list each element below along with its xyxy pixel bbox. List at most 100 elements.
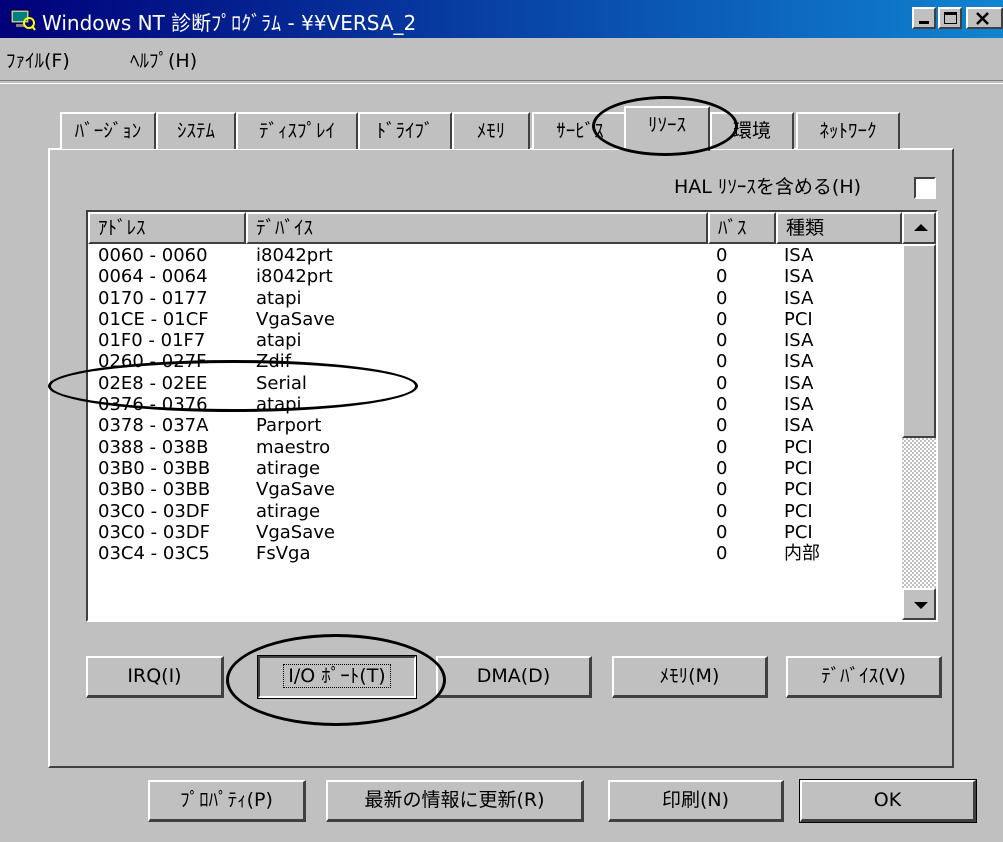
hal-resources-label: HAL ﾘｿｰｽを含める(H) [674, 176, 862, 198]
cell-device: i8042prt [256, 245, 333, 266]
cell-type: PCI [784, 500, 813, 522]
irq-button[interactable]: IRQ(I) [86, 656, 224, 698]
dma-button[interactable]: DMA(D) [436, 656, 592, 698]
tab-display[interactable]: ﾃﾞｨｽﾌﾟﾚｲ [236, 112, 358, 149]
cell-type: ISA [784, 372, 814, 394]
cell-bus: 0 [716, 436, 728, 458]
cell-bus: 0 [716, 521, 728, 543]
cell-bus: 0 [716, 479, 728, 501]
table-row[interactable]: 01F0 - 01F7 atapi 0 ISA [88, 330, 902, 351]
cell-device: atirage [256, 500, 321, 522]
cell-type: PCI [784, 436, 813, 458]
cell-device: VgaSave [256, 479, 335, 501]
column-bus[interactable]: ﾊﾞｽ [708, 212, 776, 244]
cell-address: 0260 - 027F [98, 351, 207, 373]
cell-bus: 0 [716, 394, 728, 416]
table-row[interactable]: 0064 - 0064 i8042prt 0 ISA [88, 266, 902, 287]
cell-address: 0170 - 0177 [98, 287, 208, 309]
resource-list[interactable]: ｱﾄﾞﾚｽ ﾃﾞﾊﾞｲｽ ﾊﾞｽ 種類 0060 - 0060 i8042prt 0… [86, 210, 938, 622]
memory-button[interactable]: ﾒﾓﾘ(M) [612, 656, 768, 698]
io-port-button[interactable]: I/O ﾎﾟｰﾄ(T) [257, 655, 417, 699]
scroll-up-button[interactable] [902, 212, 936, 244]
tab-system[interactable]: ｼｽﾃﾑ [156, 112, 236, 149]
cell-device: atapi [256, 394, 302, 416]
table-row[interactable]: 0388 - 038B maestro 0 PCI [88, 437, 902, 458]
close-button[interactable] [966, 7, 1003, 29]
ok-button[interactable]: OK [799, 779, 977, 823]
table-row[interactable]: 01CE - 01CF VgaSave 0 PCI [88, 309, 902, 330]
cell-address: 01CE - 01CF [98, 308, 209, 330]
minimize-button[interactable] [912, 7, 936, 29]
maximize-button[interactable] [938, 7, 962, 29]
cell-device: Serial [256, 372, 307, 394]
cell-address: 03C0 - 03DF [98, 521, 210, 543]
cell-address: 0060 - 0060 [98, 245, 208, 266]
cell-bus: 0 [716, 543, 728, 565]
cell-device: i8042prt [256, 266, 333, 288]
cell-address: 03B0 - 03BB [98, 457, 211, 479]
properties-button[interactable]: ﾌﾟﾛﾊﾟﾃｨ(P) [148, 780, 306, 822]
tab-version[interactable]: ﾊﾞｰｼﾞｮﾝ [60, 112, 156, 149]
list-rows: 0060 - 0060 i8042prt 0 ISA 0064 - 0064 i8042p… [88, 245, 902, 564]
column-device[interactable]: ﾃﾞﾊﾞｲｽ [246, 212, 708, 244]
cell-device: atapi [256, 330, 302, 352]
menu-file[interactable]: ﾌｧｲﾙ(F) [6, 46, 70, 73]
cell-device: FsVga [256, 543, 311, 565]
scroll-down-button[interactable] [902, 588, 936, 620]
table-row[interactable]: 03B0 - 03BB VgaSave 0 PCI [88, 479, 902, 500]
cell-type: ISA [784, 245, 814, 266]
vertical-scrollbar[interactable] [902, 212, 936, 620]
table-row[interactable]: 0378 - 037A Parport 0 ISA [88, 415, 902, 436]
cell-bus: 0 [716, 457, 728, 479]
cell-type: ISA [784, 287, 814, 309]
table-row[interactable]: 03C0 - 03DF VgaSave 0 PCI [88, 522, 902, 543]
cell-bus: 0 [716, 266, 728, 288]
print-button[interactable]: 印刷(N) [608, 780, 784, 822]
minimize-icon [919, 21, 929, 24]
table-row[interactable]: 0170 - 0177 atapi 0 ISA [88, 288, 902, 309]
cell-address: 03C0 - 03DF [98, 500, 210, 522]
cell-type: PCI [784, 308, 813, 330]
cell-address: 0376 - 0376 [98, 394, 208, 416]
table-row[interactable]: 02E8 - 02EE Serial 0 ISA [88, 373, 902, 394]
tab-resources[interactable]: ﾘｿｰｽ [624, 106, 710, 151]
cell-device: VgaSave [256, 308, 335, 330]
cell-device: maestro [256, 436, 331, 458]
cell-device: Parport [256, 415, 322, 437]
main-window: Windows NT 診断ﾌﾟﾛｸﾞﾗﾑ - ¥¥VERSA_2 ﾌｧｲﾙ(F)… [0, 0, 1003, 842]
scroll-thumb[interactable] [902, 244, 936, 438]
menu-bar: ﾌｧｲﾙ(F) ﾍﾙﾌﾟ(H) [0, 38, 1003, 78]
tab-services[interactable]: ｻｰﾋﾞｽ [532, 112, 628, 149]
tab-network[interactable]: ﾈｯﾄﾜｰｸ [796, 112, 900, 149]
arrow-down-icon [914, 602, 928, 609]
hal-resources-checkbox[interactable] [914, 177, 936, 199]
table-row[interactable]: 03B0 - 03BB atirage 0 PCI [88, 458, 902, 479]
cell-address: 0378 - 037A [98, 415, 209, 437]
cell-type: ISA [784, 415, 814, 437]
cell-bus: 0 [716, 415, 728, 437]
cell-device: atapi [256, 287, 302, 309]
cell-type: ISA [784, 394, 814, 416]
device-button[interactable]: ﾃﾞﾊﾞｲｽ(V) [786, 656, 942, 698]
menu-separator [0, 80, 1003, 84]
table-row[interactable]: 0376 - 0376 atapi 0 ISA [88, 394, 902, 415]
table-row[interactable]: 03C4 - 03C5 FsVga 0 内部 [88, 543, 902, 564]
menu-help[interactable]: ﾍﾙﾌﾟ(H) [130, 46, 197, 73]
cell-device: Zdif [256, 351, 292, 373]
cell-type: PCI [784, 521, 813, 543]
table-row[interactable]: 0060 - 0060 i8042prt 0 ISA [88, 245, 902, 266]
table-row[interactable]: 03C0 - 03DF atirage 0 PCI [88, 501, 902, 522]
table-row[interactable]: 0260 - 027F Zdif 0 ISA [88, 351, 902, 372]
cell-address: 01F0 - 01F7 [98, 330, 206, 352]
arrow-up-icon [914, 224, 928, 231]
tab-drives[interactable]: ﾄﾞﾗｲﾌﾞ [358, 112, 452, 149]
tab-memory[interactable]: ﾒﾓﾘ [452, 112, 530, 149]
title-bar[interactable]: Windows NT 診断ﾌﾟﾛｸﾞﾗﾑ - ¥¥VERSA_2 [0, 0, 1003, 38]
tab-environment[interactable]: 環境 [710, 112, 794, 149]
cell-address: 0064 - 0064 [98, 266, 208, 288]
refresh-button[interactable]: 最新の情報に更新(R) [326, 780, 584, 822]
column-address[interactable]: ｱﾄﾞﾚｽ [88, 212, 246, 244]
column-type[interactable]: 種類 [776, 212, 902, 244]
cell-address: 03C4 - 03C5 [98, 543, 210, 565]
cell-bus: 0 [716, 372, 728, 394]
